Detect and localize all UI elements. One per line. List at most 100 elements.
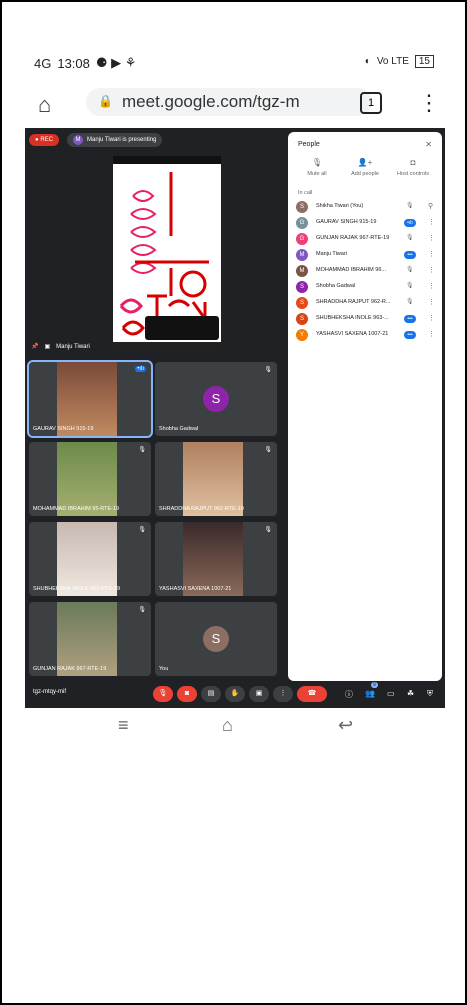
mic-off-icon: 🎙 [311,158,323,167]
avatar: M [73,135,83,145]
video-tile[interactable]: S You [155,602,277,676]
tile-name: MOHAMMAD IBRAHIM 95-RTE-19 [33,506,120,512]
list-item[interactable]: M MOHAMMAD IBRAHIM 96... 🎙 ⋮ [296,264,436,279]
list-item[interactable]: S Shobha Gadwal 🎙 ⋮ [296,280,436,295]
avatar: S [296,313,308,325]
tab-switcher-button[interactable]: 1 [360,92,382,114]
back-icon[interactable]: ↩ [338,715,353,736]
recording-badge: ● REC [29,134,59,146]
close-icon[interactable]: ✕ [425,140,432,149]
mic-off-icon: 🎙 [138,447,146,453]
mic-off-icon: 🎙 [264,367,272,373]
participant-video [183,522,243,596]
more-options-button[interactable]: ⋮ [273,686,293,702]
speaking-icon: •ılı [135,366,146,372]
video-tile[interactable]: 🎙 GUNJAN RAJAK 967-RTE-19 [29,602,151,676]
recents-icon[interactable]: ≡ [118,715,129,736]
participant-video [57,602,117,676]
more-icon[interactable]: ⋮ [428,298,435,306]
video-tile[interactable]: 🎙 SHUBHEKSHA INOLE 963-RTE-19 [29,522,151,596]
video-tile[interactable]: 🎙 SHRADDHA RAJPUT 962-RTE-19 [155,442,277,516]
video-tile[interactable]: 🎙 YASHASVI SAXENA 1007-21 [155,522,277,596]
browser-menu-icon[interactable]: ⋮ [418,90,440,116]
volte-label: Vo LTE [376,56,409,67]
participant-name: SHUBHEKSHA INOLE 963-... [316,315,389,321]
presenting-chip[interactable]: M Manju Tiwari is presenting [67,133,163,147]
present-button[interactable]: ▣ [249,686,269,702]
raise-hand-button[interactable]: ✋ [225,686,245,702]
people-actions: 🎙 Mute all 👤+ Add people ◘ Host controls [294,158,436,177]
browser-url-bar: ⌂ 🔒 meet.google.com/tgz-m 1 ⋮ [34,88,440,118]
video-tile[interactable]: 🎙 MOHAMMAD IBRAHIM 95-RTE-19 [29,442,151,516]
participant-name: Shikha Tiwari (You) [316,203,364,209]
meeting-code: tgz-mtqy-mif [33,689,66,695]
mic-off-icon: 🎙 [406,267,414,273]
pin-icon[interactable]: 📌 [31,343,38,350]
avatar: S [203,626,229,652]
presenting-text: Manju Tiwari is presenting [87,137,157,143]
more-icon[interactable]: ⋮ [428,250,435,258]
host-controls-button[interactable]: ◘ Host controls [390,158,436,177]
video-tile[interactable]: S 🎙 Shobha Gadwal [155,362,277,436]
list-item[interactable]: S SHRADDHA RAJPUT 962-R... 🎙 ⋮ [296,296,436,311]
list-item[interactable]: S SHUBHEKSHA INOLE 963-... ••• ⋮ [296,312,436,327]
tile-name: GUNJAN RAJAK 967-RTE-19 [33,666,107,672]
android-nav-bar: ≡ ⌂ ↩ [110,713,370,743]
mute-all-button[interactable]: 🎙 Mute all [294,158,340,177]
more-icon[interactable]: ⋮ [428,234,435,242]
meet-window: ● REC M Manju Tiwari is presenting 📌 ▣ M… [25,128,445,708]
mic-off-icon: 🎙 [406,235,414,241]
tile-name: SHUBHEKSHA INOLE 963-RTE-19 [33,586,121,592]
mic-toggle-button[interactable]: 🎙 [153,686,173,702]
participant-name: SHRADDHA RAJPUT 962-R... [316,299,391,305]
people-icon[interactable]: 👥 [365,689,375,698]
avatar: S [296,201,308,213]
list-item[interactable]: G GUNJAN RAJAK 967-RTE-19 🎙 ⋮ [296,232,436,247]
more-icon[interactable]: ⋮ [428,314,435,322]
mute-all-label: Mute all [307,171,327,177]
drawing-toolbar [145,316,219,340]
tile-name: GAURAV SINGH 915-19 [33,426,94,432]
participant-name: MOHAMMAD IBRAHIM 96... [316,267,386,273]
pin-icon[interactable]: ⚲ [428,202,433,210]
in-call-heading: In call [298,190,313,196]
avatar: S [296,297,308,309]
home-nav-icon[interactable]: ⌂ [222,715,233,736]
participant-name: Manju Tiwari [316,251,347,257]
tile-name: Shobha Gadwal [159,426,199,432]
activities-icon[interactable]: ☘ [407,689,414,698]
status-bar: 4G 13:08 ⚈ ▶ ⚘ ◐ Vo LTE 15 [34,55,434,75]
meet-controls-bar: tgz-mtqy-mif 🎙 ◙ ▤ ✋ ▣ ⋮ ☎ ⓘ 👥 9 ▭ ☘ ⛨ [25,681,445,708]
more-icon[interactable]: ⋮ [428,266,435,274]
chat-icon[interactable]: ▭ [387,689,395,698]
participant-count-badge: 9 [371,682,378,688]
speaking-icon: ••• [404,331,416,339]
mic-off-icon: 🎙 [406,203,414,209]
video-tile[interactable]: •ılı GAURAV SINGH 915-19 [27,360,153,438]
participant-name: GUNJAN RAJAK 967-RTE-19 [316,235,390,241]
avatar: G [296,233,308,245]
home-icon[interactable]: ⌂ [38,92,51,118]
captions-button[interactable]: ▤ [201,686,221,702]
tile-name: You [159,666,169,672]
list-item[interactable]: Y YASHASVI SAXENA 1007-21 ••• ⋮ [296,328,436,343]
more-icon[interactable]: ⋮ [428,330,435,338]
more-icon[interactable]: ⋮ [428,218,435,226]
camera-toggle-button[interactable]: ◙ [177,686,197,702]
shared-screen [113,156,221,352]
leave-call-button[interactable]: ☎ [297,686,327,702]
rec-label: REC [40,137,53,143]
mic-off-icon: 🎙 [264,447,272,453]
participant-video [57,362,117,436]
security-icon[interactable]: ⛨ [427,689,433,699]
list-item[interactable]: S Shikha Tiwari (You) 🎙 ⚲ [296,200,436,215]
more-icon[interactable]: ⋮ [428,282,435,290]
mic-off-icon: 🎙 [406,283,414,289]
info-icon[interactable]: ⓘ [345,689,353,700]
list-item[interactable]: M Manju Tiwari ••• ⋮ [296,248,436,263]
list-item[interactable]: G GAURAV SINGH 915-19 •ılı ⋮ [296,216,436,231]
url-text: meet.google.com/tgz-m [122,92,300,111]
add-people-button[interactable]: 👤+ Add people [342,158,388,177]
panel-title: People [298,141,320,148]
url-field[interactable]: 🔒 meet.google.com/tgz-m [86,88,372,116]
